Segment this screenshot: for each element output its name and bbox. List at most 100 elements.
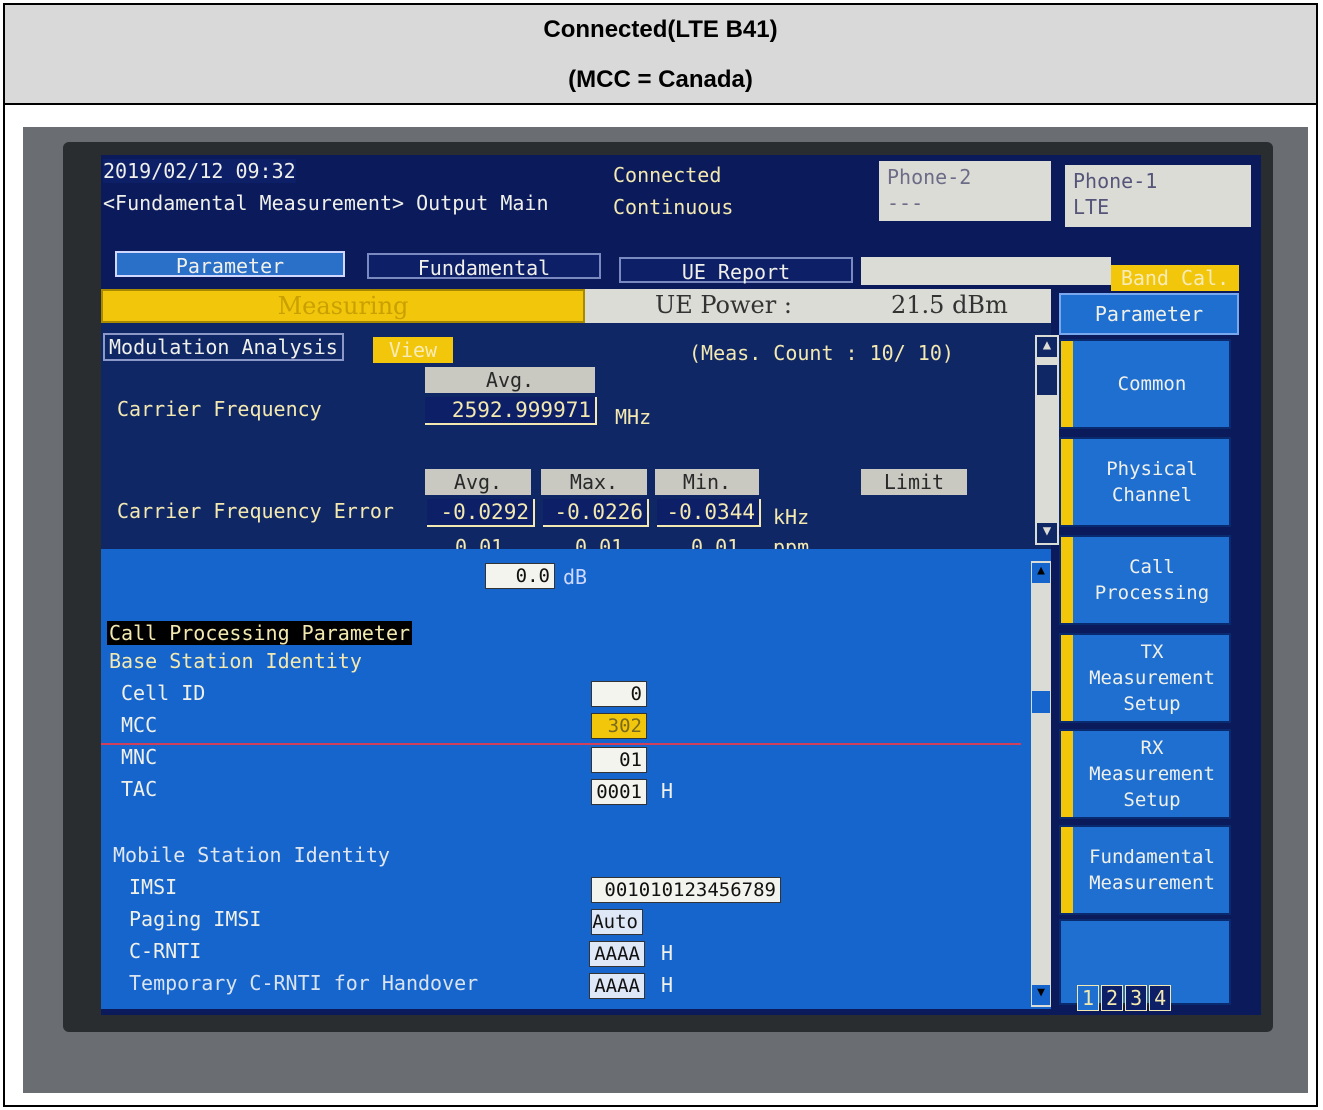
call-state: Connected bbox=[613, 163, 722, 187]
scroll-up-icon[interactable]: ▲ bbox=[1032, 563, 1050, 583]
instrument-screen: 2019/02/12 09:32 <Fundamental Measuremen… bbox=[101, 155, 1261, 1015]
bsi-title: Base Station Identity bbox=[109, 649, 362, 673]
level-value[interactable]: 0.0 bbox=[485, 563, 555, 589]
modulation-title: Modulation Analysis bbox=[103, 333, 344, 361]
page-2[interactable]: 2 bbox=[1101, 985, 1124, 1011]
modulation-scrollbar[interactable]: ▲ ▼ bbox=[1035, 335, 1059, 545]
call-processing-title: Call Processing Parameter bbox=[107, 621, 413, 645]
side-button-label: Call Processing bbox=[1094, 556, 1210, 604]
carrier-freq-unit: MHz bbox=[615, 405, 652, 429]
paging-imsi-field[interactable]: Auto bbox=[591, 909, 643, 935]
carrier-freq-label: Carrier Frequency bbox=[117, 397, 322, 421]
mnc-field[interactable]: 01 bbox=[591, 747, 647, 773]
caption-subtitle: (MCC = Canada) bbox=[568, 66, 753, 93]
carrier-freq-avg-header: Avg. bbox=[425, 367, 595, 393]
measuring-label: Measuring bbox=[277, 292, 409, 320]
ue-power-label: UE Power : bbox=[655, 291, 792, 319]
page-1[interactable]: 1 bbox=[1077, 985, 1100, 1011]
tag-marker bbox=[1061, 635, 1073, 721]
meas-count: (Meas. Count : 10/ 10) bbox=[689, 341, 954, 365]
cfe-label: Carrier Frequency Error bbox=[117, 499, 394, 523]
page-3[interactable]: 3 bbox=[1125, 985, 1148, 1011]
temp-c-rnti-label: Temporary C-RNTI for Handover bbox=[129, 971, 479, 995]
ue-power-value: 21.5 dBm bbox=[891, 291, 1008, 319]
cfe-limit-header: Limit bbox=[861, 469, 967, 495]
side-button-rx-measurement-setup[interactable]: RX Measurement Setup bbox=[1059, 729, 1231, 819]
call-processing-scrollbar[interactable]: ▲ ▼ bbox=[1031, 561, 1051, 1007]
tab-ue-report[interactable]: UE Report bbox=[619, 257, 853, 284]
scroll-up-icon[interactable]: ▲ bbox=[1037, 337, 1057, 357]
caption-header: Connected(LTE B41) (MCC = Canada) bbox=[5, 5, 1316, 105]
tab-strip-spacer bbox=[861, 257, 1111, 285]
measuring-banner: Measuring bbox=[101, 289, 585, 323]
side-button-tx-measurement-setup[interactable]: TX Measurement Setup bbox=[1059, 633, 1231, 723]
phone2-sub: --- bbox=[887, 191, 924, 215]
caption-title: Connected(LTE B41) bbox=[543, 16, 778, 43]
scroll-thumb[interactable] bbox=[1037, 365, 1057, 395]
tac-label: TAC bbox=[121, 777, 158, 801]
tab-fundamental[interactable]: Fundamental bbox=[367, 253, 601, 280]
screen-name: <Fundamental Measurement> Output Main bbox=[103, 191, 549, 215]
band-cal-button[interactable]: Band Cal. bbox=[1111, 265, 1239, 291]
cfe-avg: -0.0292 bbox=[427, 499, 535, 527]
temp-c-rnti-field[interactable]: AAAA bbox=[589, 973, 645, 999]
modulation-panel: Modulation Analysis View (Meas. Count : … bbox=[101, 323, 1059, 559]
scroll-down-icon[interactable]: ▼ bbox=[1032, 985, 1050, 1005]
red-divider bbox=[101, 743, 1021, 745]
tac-field[interactable]: 0001 bbox=[591, 779, 647, 805]
side-button-label: RX Measurement Setup bbox=[1089, 737, 1215, 811]
c-rnti-label: C-RNTI bbox=[129, 939, 202, 963]
side-menu-title: Parameter bbox=[1059, 293, 1239, 335]
cell-id-label: Cell ID bbox=[121, 681, 206, 705]
ue-power-bar: UE Power : 21.5 dBm bbox=[585, 289, 1051, 323]
phone1-label: Phone-1 bbox=[1073, 169, 1158, 193]
cfe-min: -0.0344 bbox=[657, 499, 761, 527]
page-4[interactable]: 4 bbox=[1149, 985, 1172, 1011]
call-processing-panel: 0.0 dB Call Processing Parameter Base St… bbox=[101, 549, 1051, 1009]
tag-marker bbox=[1061, 731, 1073, 817]
side-button-fundamental-measurement[interactable]: Fundamental Measurement bbox=[1059, 825, 1231, 915]
side-button-call-processing[interactable]: Call Processing bbox=[1059, 535, 1231, 625]
c-rnti-field[interactable]: AAAA bbox=[589, 941, 645, 967]
c-rnti-unit: H bbox=[661, 941, 674, 965]
level-unit: dB bbox=[563, 565, 588, 589]
cfe-max: -0.0226 bbox=[543, 499, 649, 527]
view-button[interactable]: View bbox=[373, 337, 453, 363]
paging-imsi-label: Paging IMSI bbox=[129, 907, 262, 931]
cfe-avg-header: Avg. bbox=[425, 469, 531, 495]
tab-parameter[interactable]: Parameter bbox=[115, 251, 345, 278]
document-frame: Connected(LTE B41) (MCC = Canada) 2019/0… bbox=[3, 3, 1318, 1107]
phone2-status: Phone-2 --- bbox=[879, 161, 1051, 221]
tac-unit: H bbox=[661, 779, 674, 803]
measure-mode: Continuous bbox=[613, 195, 734, 219]
side-button-label: Common bbox=[1117, 373, 1187, 395]
scroll-thumb[interactable] bbox=[1032, 691, 1050, 713]
mnc-label: MNC bbox=[121, 745, 158, 769]
cfe-min-header: Min. bbox=[655, 469, 759, 495]
side-button-label: Fundamental Measurement bbox=[1089, 846, 1215, 894]
side-button-physical-channel[interactable]: Physical Channel bbox=[1059, 437, 1231, 527]
phone1-sub: LTE bbox=[1073, 195, 1110, 219]
tag-marker bbox=[1061, 827, 1073, 913]
mcc-field[interactable]: 302 bbox=[591, 713, 647, 739]
imsi-field[interactable]: 001010123456789 bbox=[591, 877, 781, 903]
carrier-freq-value: 2592.999971 bbox=[425, 397, 597, 425]
temp-c-rnti-unit: H bbox=[661, 973, 674, 997]
scroll-down-icon[interactable]: ▼ bbox=[1037, 523, 1057, 543]
tag-marker bbox=[1061, 439, 1073, 525]
side-button-label: Physical Channel bbox=[1106, 458, 1198, 506]
imsi-label: IMSI bbox=[129, 875, 178, 899]
cell-id-field[interactable]: 0 bbox=[591, 681, 647, 707]
phone2-label: Phone-2 bbox=[887, 165, 972, 189]
cfe-unit: kHz bbox=[773, 505, 810, 529]
phone1-status: Phone-1 LTE bbox=[1065, 165, 1251, 227]
datetime: 2019/02/12 09:32 bbox=[103, 159, 296, 183]
side-button-label: TX Measurement Setup bbox=[1089, 641, 1215, 715]
mcc-label: MCC bbox=[121, 713, 158, 737]
cfe-max-header: Max. bbox=[541, 469, 647, 495]
tag-marker bbox=[1061, 341, 1073, 427]
side-button-common[interactable]: Common bbox=[1059, 339, 1231, 429]
msi-title: Mobile Station Identity bbox=[113, 843, 390, 867]
page-selector: 1 2 3 4 bbox=[1077, 985, 1172, 1011]
tag-marker bbox=[1061, 537, 1073, 623]
